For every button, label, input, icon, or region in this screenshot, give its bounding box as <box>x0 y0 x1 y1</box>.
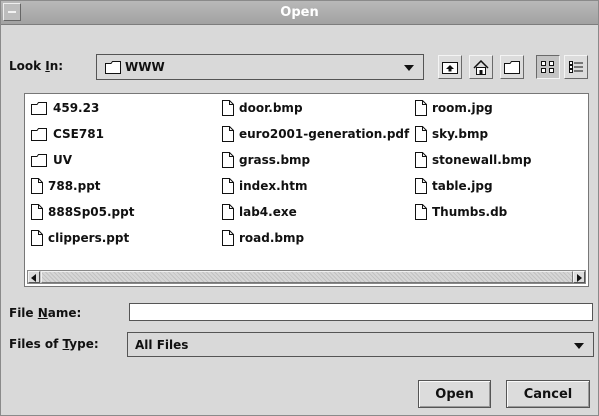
file-icon <box>31 204 43 220</box>
folder-icon <box>31 101 48 115</box>
scroll-thumb[interactable] <box>41 271 573 283</box>
file-icon <box>415 178 427 194</box>
file-item[interactable]: door.bmp <box>222 98 303 118</box>
file-item[interactable]: euro2001-generation.pdf <box>222 124 409 144</box>
file-name: CSE781 <box>53 127 104 141</box>
file-item[interactable]: sky.bmp <box>415 124 488 144</box>
file-item[interactable]: Thumbs.db <box>415 202 507 222</box>
window-title: Open <box>280 5 319 20</box>
file-name: index.htm <box>239 179 308 193</box>
file-name: table.jpg <box>432 179 493 193</box>
file-name: road.bmp <box>239 231 305 245</box>
file-icon <box>222 178 234 194</box>
home-button[interactable] <box>469 55 493 79</box>
file-list[interactable]: 459.23 CSE781 UV 788.ppt 888Sp05.ppt clippers… <box>24 93 589 287</box>
details-view-icon <box>569 61 583 73</box>
file-name: 788.ppt <box>48 179 101 193</box>
folder-icon <box>31 127 48 141</box>
file-item[interactable]: grass.bmp <box>222 150 310 170</box>
folder-icon <box>105 61 121 74</box>
file-item[interactable]: 459.23 <box>31 98 99 118</box>
look-in-combo[interactable]: WWW <box>96 54 424 80</box>
list-view-button[interactable] <box>536 55 560 79</box>
new-folder-icon <box>504 60 520 74</box>
details-view-button[interactable] <box>564 55 588 79</box>
file-name: 459.23 <box>53 101 100 115</box>
scroll-left-button[interactable] <box>28 271 40 283</box>
title-bar[interactable]: Open <box>1 1 598 25</box>
file-icon <box>415 204 427 220</box>
file-type-value: All Files <box>135 338 189 352</box>
file-name: door.bmp <box>239 101 303 115</box>
file-name: room.jpg <box>432 101 493 115</box>
file-item[interactable]: road.bmp <box>222 228 304 248</box>
file-name: sky.bmp <box>432 127 489 141</box>
file-name: grass.bmp <box>239 153 311 167</box>
dropdown-arrow-icon <box>404 65 414 71</box>
file-icon <box>222 204 234 220</box>
list-view-icon <box>541 61 554 73</box>
open-button[interactable]: Open <box>418 380 491 408</box>
file-item[interactable]: table.jpg <box>415 176 493 196</box>
file-item[interactable]: stonewall.bmp <box>415 150 531 170</box>
file-name-input[interactable] <box>129 303 593 321</box>
file-icon <box>415 152 427 168</box>
file-name: clippers.ppt <box>48 231 130 245</box>
file-icon <box>415 100 427 116</box>
file-icon <box>31 178 43 194</box>
file-item[interactable]: CSE781 <box>31 124 104 144</box>
home-icon <box>473 59 489 75</box>
file-type-label: Files of Type: <box>9 337 99 351</box>
file-name-label: File Name: <box>9 306 82 320</box>
up-one-level-button[interactable] <box>438 55 462 79</box>
file-item[interactable]: 788.ppt <box>31 176 101 196</box>
file-item[interactable]: lab4.exe <box>222 202 297 222</box>
look-in-label: Look In: <box>9 59 64 73</box>
up-folder-icon <box>442 62 458 74</box>
file-icon <box>222 100 234 116</box>
folder-icon <box>31 153 48 167</box>
file-name: lab4.exe <box>239 205 297 219</box>
file-icon <box>222 126 234 142</box>
look-in-value: WWW <box>125 60 165 74</box>
file-name: 888Sp05.ppt <box>48 205 135 219</box>
file-name: Thumbs.db <box>432 205 508 219</box>
file-item[interactable]: index.htm <box>222 176 307 196</box>
file-item[interactable]: clippers.ppt <box>31 228 129 248</box>
arrow-right-icon <box>577 274 582 282</box>
scroll-right-button[interactable] <box>573 271 585 283</box>
file-icon <box>222 230 234 246</box>
file-icon <box>31 230 43 246</box>
file-item[interactable]: room.jpg <box>415 98 493 118</box>
horizontal-scrollbar[interactable] <box>27 270 586 284</box>
file-icon <box>415 126 427 142</box>
open-dialog: Open Look In: WWW 459.23 CSE781 UV 788.ppt 8… <box>0 0 599 416</box>
new-folder-button[interactable] <box>500 55 524 79</box>
arrow-left-icon <box>31 274 36 282</box>
file-item[interactable]: UV <box>31 150 72 170</box>
file-item[interactable]: 888Sp05.ppt <box>31 202 134 222</box>
cancel-button[interactable]: Cancel <box>506 380 590 408</box>
dropdown-arrow-icon <box>574 343 584 349</box>
file-name: UV <box>53 153 73 167</box>
file-name: stonewall.bmp <box>432 153 532 167</box>
file-icon <box>222 152 234 168</box>
file-name: euro2001-generation.pdf <box>239 127 410 141</box>
file-type-combo[interactable]: All Files <box>127 332 594 357</box>
